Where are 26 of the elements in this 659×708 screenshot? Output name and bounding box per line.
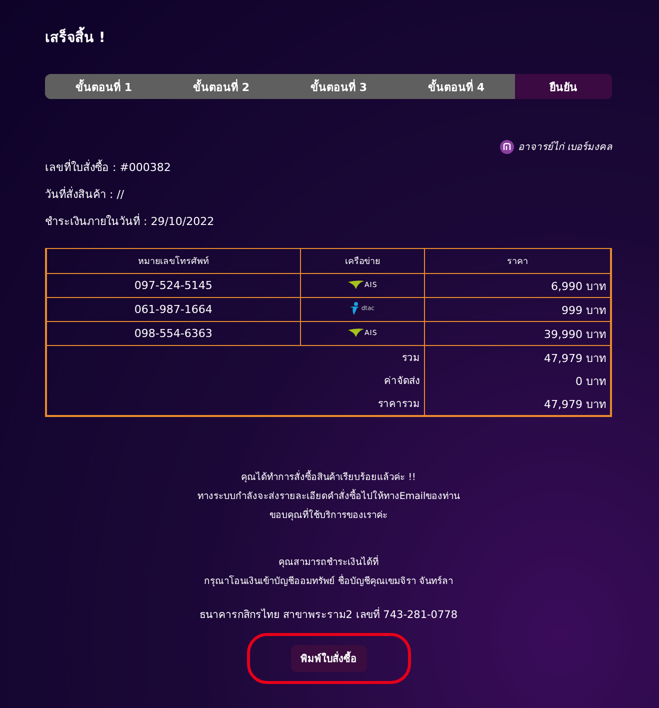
payment-text: คุณสามารถชำระเงินได้ที่ <box>278 554 378 569</box>
total-label: ราคารวม <box>46 392 425 416</box>
brand-name: อาจารย์ไก่ เบอร์มงคล <box>518 140 612 154</box>
total-label: รวม <box>46 346 425 369</box>
page-title: เสร็จสิ้น ! <box>45 26 612 48</box>
message-text: คุณได้ทำการสั่งซื้อสินค้าเรียบร้อยแล้วค่ะ !! <box>241 469 416 484</box>
total-value: 47,979 บาท <box>424 346 611 369</box>
order-info-text: ชำระเงินภายในวันที่ : 29/10/2022 <box>45 212 216 230</box>
column-header: หมายเลขโทรศัพท์ <box>46 248 300 274</box>
column-header: เครือข่าย <box>300 248 425 274</box>
payment-text: ธนาคารกสิกรไทย สาขาพระราม2 เลขที่ 743-281-0778 <box>199 606 458 623</box>
message-text: ขอบคุณที่ใช้บริการของเราค่ะ <box>270 507 388 522</box>
total-value: 47,979 บาท <box>424 392 611 416</box>
order-info-text: วันที่สั่งสินค้า : // <box>45 186 126 203</box>
brand-logo-icon <box>500 140 514 154</box>
payment-text: กรุณาโอนเงินเข้าบัญชีออมทรัพย์ ชื่อบัญชีคุณเขมจิรา จันทร์ลา <box>204 573 454 588</box>
column-header: ราคา <box>424 248 611 274</box>
phone-cell: 061-987-1664 <box>46 298 300 322</box>
message-text: ทางระบบกำลังจะส่งรายละเอียดคำสั่งซื้อไปให้ทางEmailของท่าน <box>197 488 460 503</box>
phone-cell: 098-554-6363 <box>46 322 300 346</box>
print-button[interactable]: พิมพ์ใบสั่งซื้อ <box>290 645 366 672</box>
step-tab[interactable]: ยืนยัน <box>515 74 612 99</box>
phone-cell: 097-524-5145 <box>46 274 300 298</box>
total-value: 0 บาท <box>424 369 611 392</box>
total-label: ค่าจัดส่ง <box>46 369 425 392</box>
order-info-text: เลขที่ใบสั่งซื้อ : #000382 <box>45 158 172 176</box>
